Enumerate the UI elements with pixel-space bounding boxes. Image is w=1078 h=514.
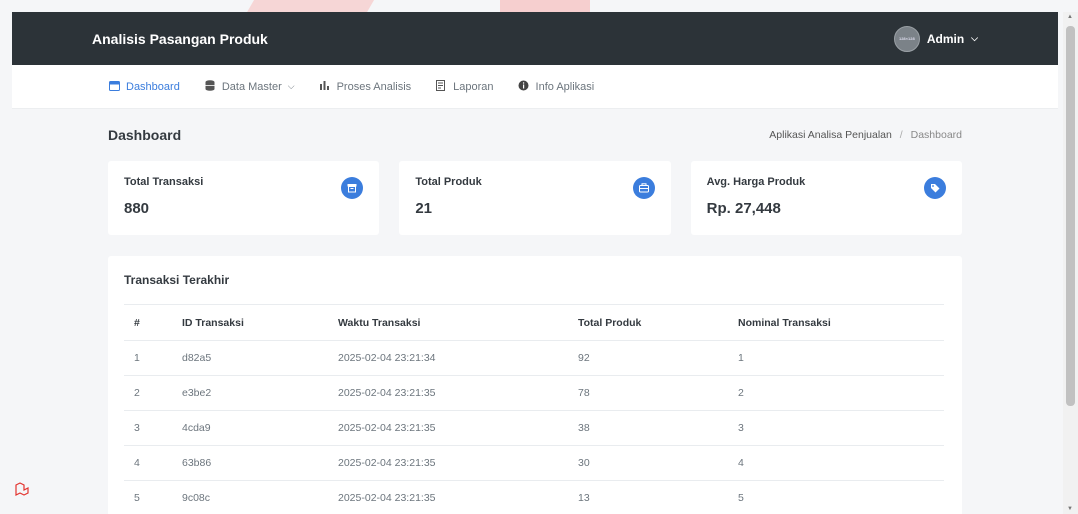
main-content: Dashboard Aplikasi Analisa Penjualan / D… bbox=[12, 109, 1058, 514]
page-scrollbar[interactable]: ▲ ▼ bbox=[1063, 12, 1078, 514]
stat-cards: Total Transaksi 880 Total Produk 21 Avg.… bbox=[108, 161, 962, 235]
info-icon bbox=[518, 80, 530, 94]
table-cell: 2025-02-04 23:21:35 bbox=[328, 410, 568, 446]
app-window: Analisis Pasangan Produk 128×128 Admin ⌵… bbox=[12, 12, 1058, 514]
main-nav: Dashboard Data Master ⌵ Proses Analisis … bbox=[12, 65, 1058, 109]
table-cell: 1 bbox=[124, 340, 172, 376]
nav-label: Proses Analisis bbox=[336, 80, 412, 93]
table-cell: 1 bbox=[728, 340, 944, 376]
nav-label: Dashboard bbox=[126, 80, 180, 93]
user-name: Admin bbox=[926, 31, 965, 46]
brand-title[interactable]: Analisis Pasangan Produk bbox=[92, 31, 268, 47]
table-cell: 4 bbox=[124, 445, 172, 481]
table-row[interactable]: 3 4cda9 2025-02-04 23:21:35 38 3 bbox=[124, 410, 944, 446]
stat-value: Rp. 27,448 bbox=[706, 200, 781, 217]
stat-value: 21 bbox=[415, 200, 433, 217]
table-cell: 2025-02-04 23:21:35 bbox=[328, 480, 568, 514]
table-cell: 2025-02-04 23:21:35 bbox=[328, 445, 568, 481]
table-cell: 9c08c bbox=[172, 480, 328, 514]
column-header[interactable]: # bbox=[124, 304, 172, 341]
column-header[interactable]: Waktu Transaksi bbox=[328, 304, 568, 341]
table-cell: 4 bbox=[728, 445, 944, 481]
breadcrumb-root[interactable]: Aplikasi Analisa Penjualan bbox=[769, 129, 892, 141]
table-cell: d82a5 bbox=[172, 340, 328, 376]
table-cell: 2025-02-04 23:21:35 bbox=[328, 375, 568, 411]
scrollbar-thumb[interactable] bbox=[1066, 26, 1075, 406]
page-header: Dashboard Aplikasi Analisa Penjualan / D… bbox=[108, 109, 962, 161]
report-icon bbox=[435, 79, 447, 94]
laravel-logo-icon[interactable] bbox=[12, 480, 32, 500]
breadcrumb-separator: / bbox=[899, 129, 903, 141]
nav-proses-analisis[interactable]: Proses Analisis bbox=[319, 80, 412, 93]
table-cell: 2 bbox=[728, 375, 944, 411]
user-menu[interactable]: 128×128 Admin ⌵ bbox=[893, 25, 978, 52]
scroll-down-icon[interactable]: ▼ bbox=[1067, 506, 1073, 512]
column-header[interactable]: Total Produk bbox=[568, 304, 728, 341]
stat-label: Total Transaksi bbox=[124, 176, 204, 188]
table-cell: 13 bbox=[568, 480, 728, 514]
table-cell: e3be2 bbox=[172, 375, 328, 411]
table-cell: 63b86 bbox=[172, 445, 328, 481]
nav-laporan[interactable]: Laporan bbox=[435, 79, 494, 94]
table-title: Transaksi Terakhir bbox=[124, 273, 230, 287]
table-cell: 78 bbox=[568, 375, 728, 411]
tag-icon bbox=[923, 177, 946, 199]
table-row[interactable]: 2 e3be2 2025-02-04 23:21:35 78 2 bbox=[124, 375, 944, 411]
table-cell: 3 bbox=[124, 410, 172, 446]
column-header[interactable]: ID Transaksi bbox=[172, 304, 328, 341]
table-cell: 5 bbox=[124, 480, 172, 514]
recent-transactions-card: Transaksi Terakhir # ID Transaksi Waktu … bbox=[108, 256, 962, 514]
scroll-up-icon[interactable]: ▲ bbox=[1067, 14, 1073, 20]
nav-label: Data Master bbox=[221, 80, 282, 93]
stat-label: Avg. Harga Produk bbox=[706, 176, 806, 188]
nav-label: Info Aplikasi bbox=[535, 80, 595, 93]
top-bar: Analisis Pasangan Produk 128×128 Admin ⌵ bbox=[12, 12, 1058, 65]
table-row[interactable]: 4 63b86 2025-02-04 23:21:35 30 4 bbox=[124, 445, 944, 481]
table-cell: 92 bbox=[568, 340, 728, 376]
table-cell: 30 bbox=[568, 445, 728, 481]
archive-icon bbox=[341, 177, 364, 199]
nav-dashboard[interactable]: Dashboard bbox=[108, 80, 180, 94]
table-cell: 38 bbox=[568, 410, 728, 446]
breadcrumb: Aplikasi Analisa Penjualan / Dashboard bbox=[769, 129, 962, 141]
stat-card-total-transaksi: Total Transaksi 880 bbox=[108, 161, 380, 235]
calendar-icon bbox=[108, 80, 120, 94]
nav-data-master[interactable]: Data Master ⌵ bbox=[204, 79, 295, 94]
table-row[interactable]: 5 9c08c 2025-02-04 23:21:35 13 5 bbox=[124, 480, 944, 514]
briefcase-icon bbox=[632, 177, 655, 199]
table-cell: 2025-02-04 23:21:34 bbox=[328, 340, 568, 376]
transactions-table: # ID Transaksi Waktu Transaksi Total Pro… bbox=[124, 304, 944, 514]
table-cell: 3 bbox=[728, 410, 944, 446]
nav-label: Laporan bbox=[453, 80, 494, 93]
column-header[interactable]: Nominal Transaksi bbox=[728, 304, 944, 341]
chevron-down-icon: ⌵ bbox=[971, 33, 978, 43]
table-cell: 5 bbox=[728, 480, 944, 514]
avatar: 128×128 bbox=[893, 25, 920, 52]
database-icon bbox=[204, 79, 216, 94]
table-row[interactable]: 1 d82a5 2025-02-04 23:21:34 92 1 bbox=[124, 340, 944, 376]
chevron-down-icon: ⌵ bbox=[287, 81, 295, 91]
stat-value: 880 bbox=[124, 200, 150, 217]
page-title: Dashboard bbox=[108, 127, 182, 143]
table-header-row: # ID Transaksi Waktu Transaksi Total Pro… bbox=[124, 304, 944, 341]
nav-info-aplikasi[interactable]: Info Aplikasi bbox=[518, 80, 595, 94]
stat-card-total-produk: Total Produk 21 bbox=[399, 161, 671, 235]
breadcrumb-current: Dashboard bbox=[910, 129, 962, 141]
stat-card-avg-harga: Avg. Harga Produk Rp. 27,448 bbox=[690, 161, 962, 235]
bar-chart-icon bbox=[319, 80, 331, 93]
table-cell: 4cda9 bbox=[172, 410, 328, 446]
table-cell: 2 bbox=[124, 375, 172, 411]
stat-label: Total Produk bbox=[415, 176, 482, 188]
